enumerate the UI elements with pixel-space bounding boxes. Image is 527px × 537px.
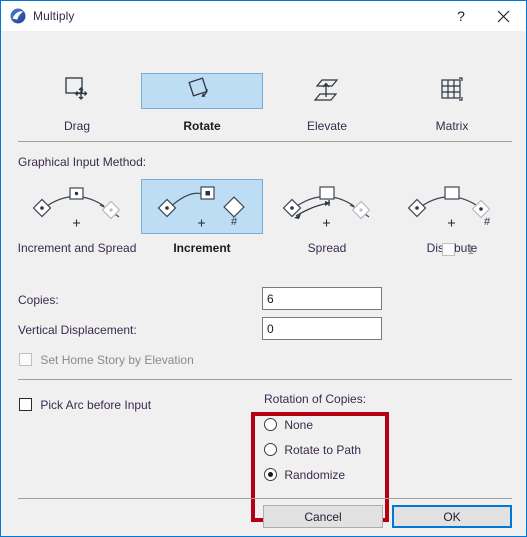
divider-top [18,141,512,142]
gim-spread[interactable]: Spread [266,179,388,255]
mode-tab-elevate-label: Elevate [306,119,348,133]
distribute-icon-box: # [391,179,513,234]
minus-one-checkbox-row[interactable]: -1 [442,242,474,257]
divider-middle [18,379,512,380]
spread-icon-box [266,179,388,234]
ok-button[interactable]: OK [392,505,512,528]
svg-text:#: # [484,216,491,228]
pick-arc-checkbox[interactable] [19,398,32,412]
svg-text:#: # [231,216,238,228]
rotation-option-rotate-to-path[interactable]: Rotate to Path [264,442,361,457]
divider-footer [18,498,512,499]
matrix-icon-box [391,73,513,109]
close-icon[interactable] [481,1,526,31]
graphical-input-method-label: Graphical Input Method: [18,155,147,169]
increment-icon-box: # [141,179,263,234]
mode-tab-elevate[interactable]: Elevate [266,73,388,133]
rotation-option-none-radio[interactable] [264,418,277,432]
vertical-displacement-input[interactable] [262,317,382,340]
distribute-icon: # [397,178,507,235]
drag-icon [62,75,92,108]
help-button[interactable]: ? [441,1,481,31]
elevate-icon-box [266,73,388,109]
pick-arc-label: Pick Arc before Input [40,397,152,412]
rotation-option-randomize-radio[interactable] [264,468,277,482]
title-bar: Multiply ? [1,1,526,31]
rotation-option-none[interactable]: None [264,417,313,432]
gim-increment-and-spread-label: Increment and Spread [17,241,137,255]
rotation-option-rotate-to-path-radio[interactable] [264,443,277,457]
rotate-icon [186,76,218,107]
copies-input[interactable] [262,287,382,310]
set-home-story-checkbox[interactable] [19,353,32,367]
copies-label: Copies: [18,293,59,307]
rotation-option-randomize-label: Randomize [284,467,346,482]
elevate-icon [312,75,342,108]
gim-increment[interactable]: # Increment [141,179,263,255]
minus-one-checkbox[interactable] [442,243,455,257]
rotation-option-rotate-to-path-label: Rotate to Path [284,442,362,457]
matrix-icon [437,75,467,108]
mode-tab-rotate-label: Rotate [183,119,221,133]
drag-icon-box [16,73,138,109]
increment-icon: # [147,178,257,235]
increment-and-spread-icon [22,178,132,235]
mode-tab-matrix[interactable]: Matrix [391,73,513,133]
mode-tab-matrix-label: Matrix [435,119,469,133]
gim-increment-and-spread[interactable]: Increment and Spread [16,179,138,255]
set-home-story-checkbox-row[interactable]: Set Home Story by Elevation [19,352,194,367]
multiply-dialog: Multiply ? Drag Rotate Elevate Matrix Gr… [0,0,527,537]
rotate-icon-box [141,73,263,109]
mode-tab-drag[interactable]: Drag [16,73,138,133]
cancel-button[interactable]: Cancel [263,505,383,528]
mode-tab-rotate[interactable]: Rotate [141,73,263,133]
rotation-of-copies-label: Rotation of Copies: [264,392,367,406]
increment-and-spread-icon-box [16,179,138,234]
vertical-displacement-label: Vertical Displacement: [18,323,137,337]
mode-tab-drag-label: Drag [63,119,90,133]
minus-one-label: -1 [463,242,475,257]
rotation-option-randomize[interactable]: Randomize [264,467,345,482]
pick-arc-checkbox-row[interactable]: Pick Arc before Input [19,397,151,412]
rotation-option-none-label: None [284,417,314,432]
dialog-body: Drag Rotate Elevate Matrix Graphical Inp… [2,31,526,536]
gim-spread-label: Spread [307,241,347,255]
spread-icon [272,178,382,235]
set-home-story-label: Set Home Story by Elevation [40,352,194,367]
window-title: Multiply [33,9,75,23]
app-swoosh-icon [10,8,26,24]
gim-increment-label: Increment [173,241,231,255]
